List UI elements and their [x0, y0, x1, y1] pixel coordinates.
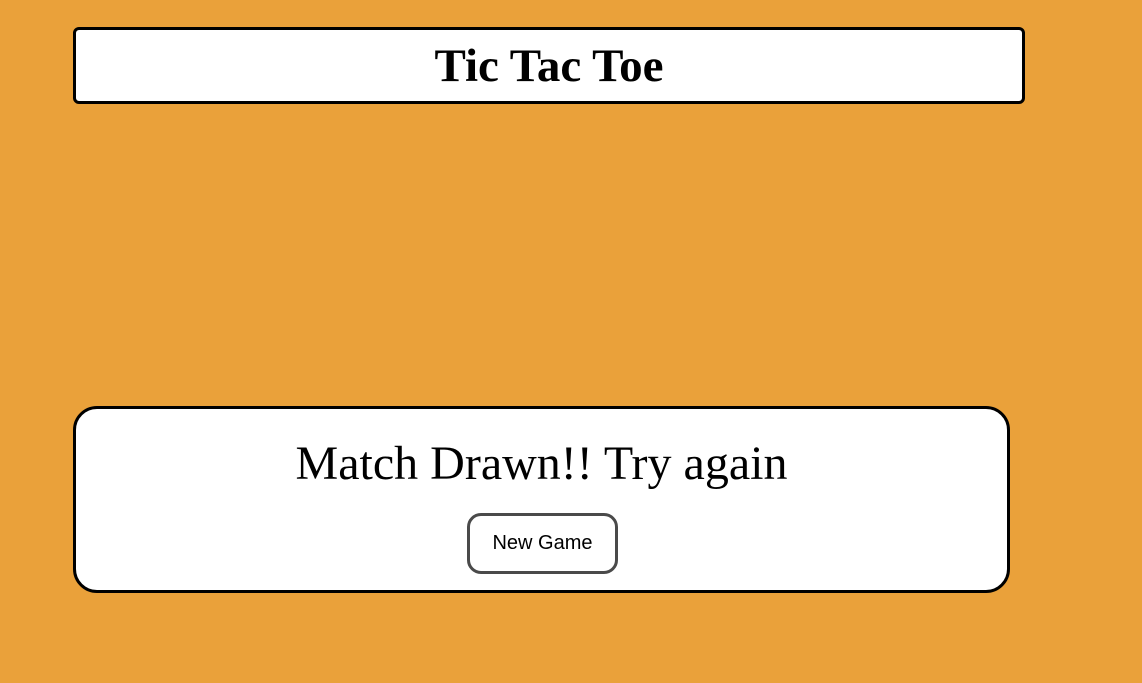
- new-game-button[interactable]: New Game: [467, 513, 618, 574]
- title-banner: Tic Tac Toe: [73, 27, 1025, 104]
- result-panel: Match Drawn!! Try again New Game: [73, 406, 1010, 593]
- page-title: Tic Tac Toe: [434, 40, 664, 92]
- result-message: Match Drawn!! Try again: [295, 437, 788, 490]
